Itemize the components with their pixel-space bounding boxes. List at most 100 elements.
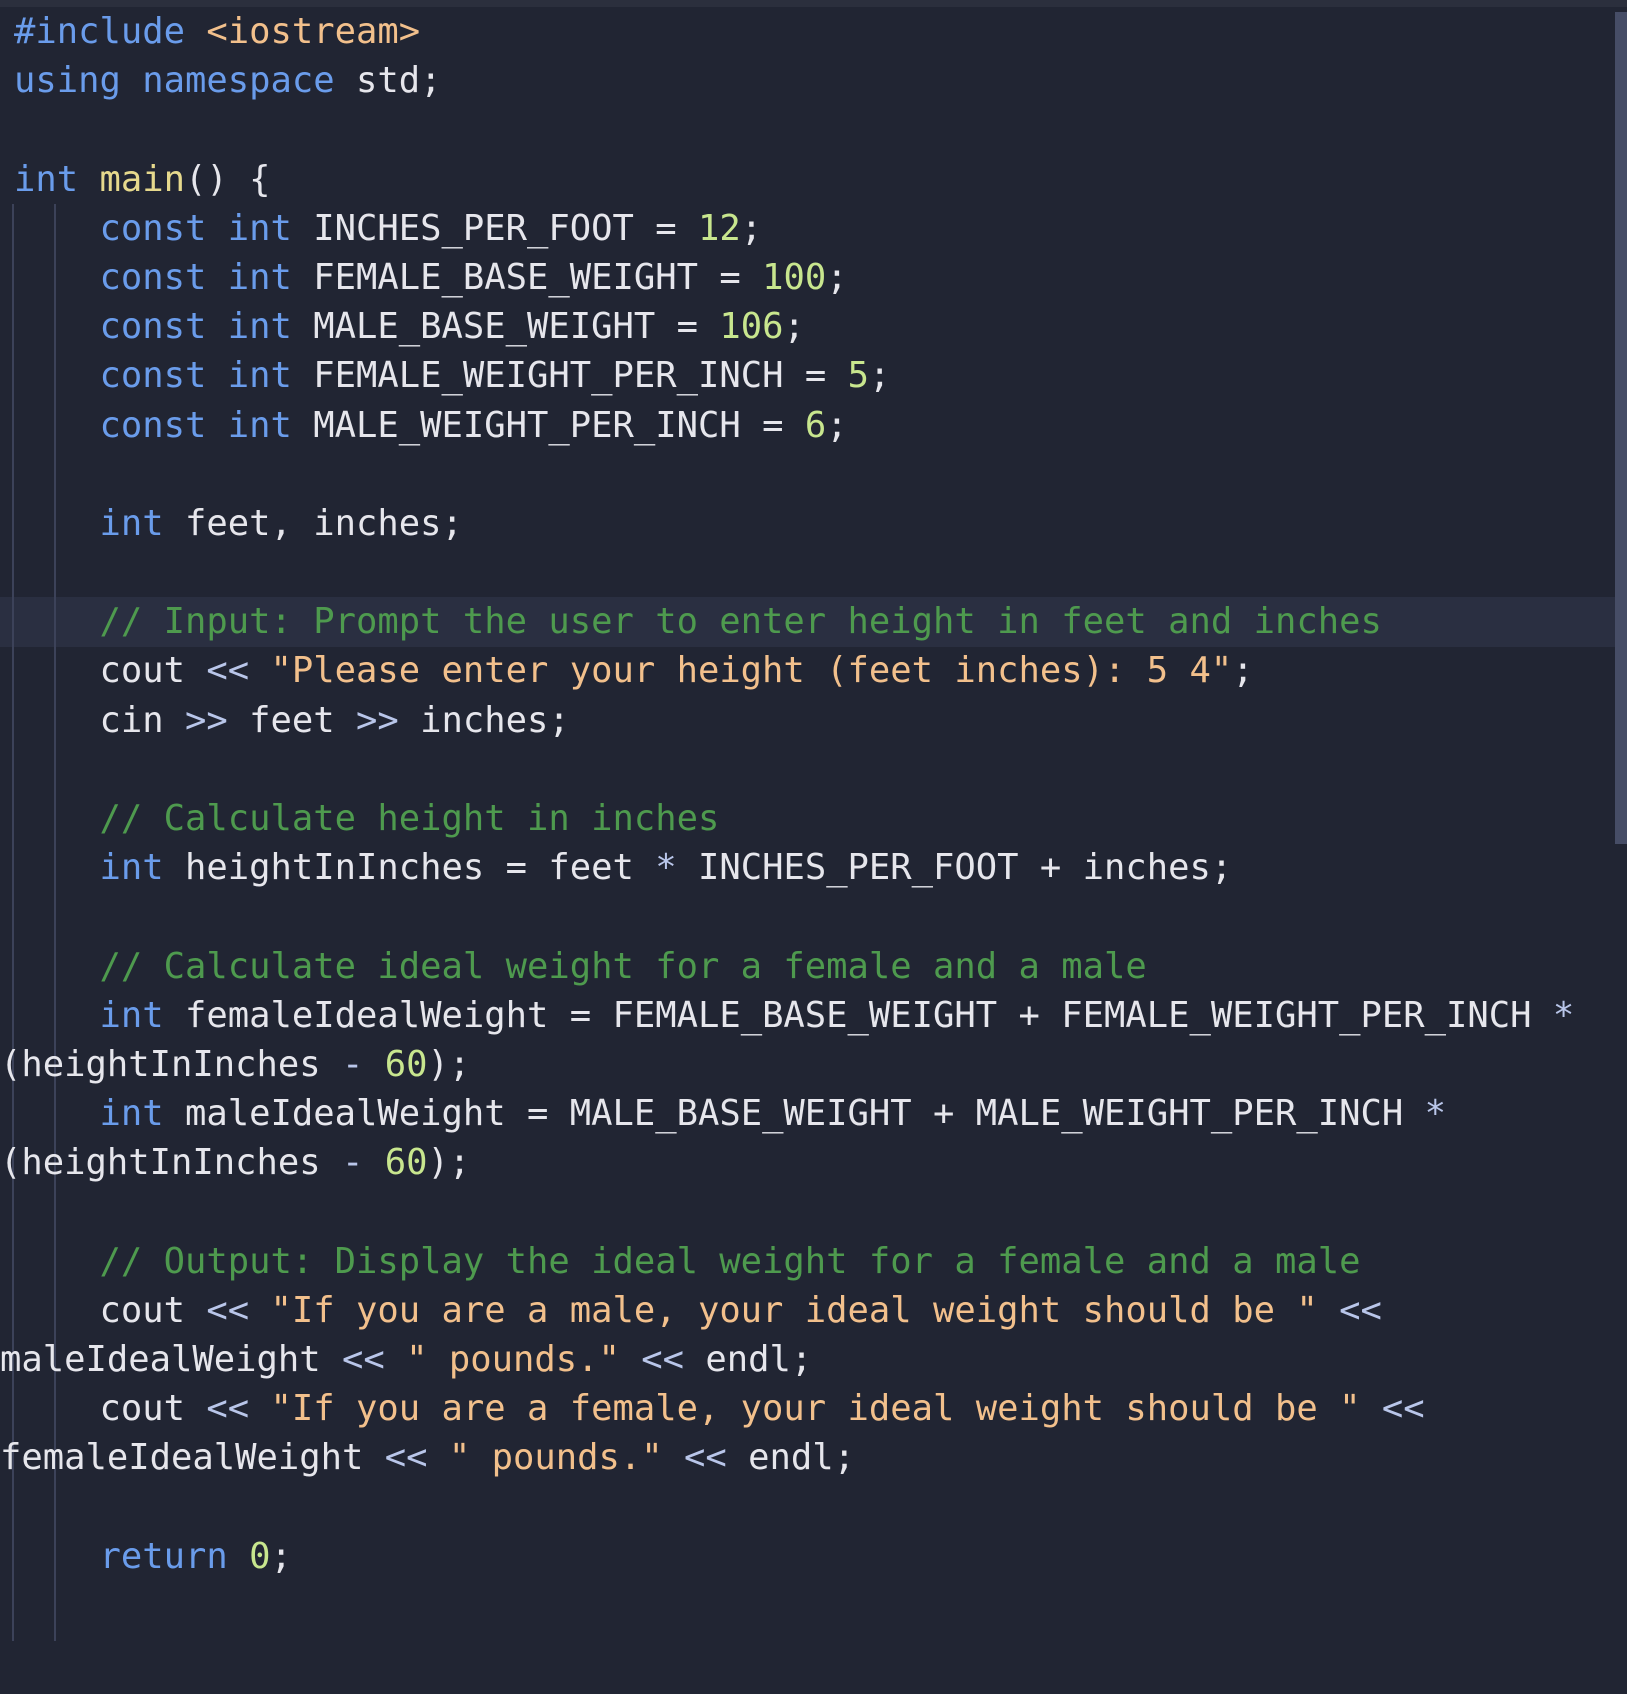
code-line[interactable]: ​ bbox=[0, 892, 1627, 941]
code-line[interactable]: ​ bbox=[0, 105, 1627, 154]
code-token-pl: femaleIdealWeight = FEMALE_BASE_WEIGHT +… bbox=[163, 994, 1553, 1036]
code-line[interactable]: int femaleIdealWeight = FEMALE_BASE_WEIG… bbox=[0, 991, 1627, 1040]
code-line[interactable]: // Calculate ideal weight for a female a… bbox=[0, 942, 1627, 991]
code-surface[interactable]: #include <iostream>using namespace std;​… bbox=[0, 7, 1627, 1694]
code-token-str: "If you are a male, your ideal weight sh… bbox=[270, 1289, 1318, 1331]
code-line[interactable]: #include <iostream> bbox=[0, 7, 1627, 56]
code-token-op: >> bbox=[355, 699, 399, 741]
code-line[interactable]: ​ bbox=[0, 548, 1627, 597]
code-token-cmt: // Input: Prompt the user to enter heigh… bbox=[99, 601, 1382, 643]
code-token-kw: const bbox=[99, 306, 207, 348]
code-token-pl: MALE_BASE_WEIGHT = bbox=[291, 306, 720, 348]
code-line[interactable]: int main() { bbox=[0, 155, 1627, 204]
code-line[interactable]: ​ bbox=[0, 745, 1627, 794]
code-text[interactable]: #include <iostream>using namespace std;​… bbox=[0, 7, 1627, 1581]
code-token-num: 5 bbox=[847, 355, 869, 397]
code-token-pl: ; bbox=[868, 355, 891, 397]
code-token-pl: ); bbox=[427, 1142, 471, 1184]
code-line[interactable]: ​ bbox=[0, 450, 1627, 499]
vertical-scrollbar-thumb[interactable] bbox=[1615, 12, 1627, 844]
code-token-pl: inches; bbox=[398, 699, 570, 741]
code-token-pl: ; bbox=[1232, 650, 1254, 692]
code-token-pl: ; bbox=[826, 404, 848, 446]
code-line-wrapped[interactable]: (heightInInches - 60); bbox=[0, 1138, 1627, 1187]
code-line[interactable]: ​ bbox=[0, 1483, 1627, 1532]
code-line[interactable]: cin >> feet >> inches; bbox=[0, 696, 1627, 745]
code-line[interactable]: const int FEMALE_BASE_WEIGHT = 100; bbox=[0, 253, 1627, 302]
code-token-pl: cout bbox=[14, 1388, 207, 1430]
code-token-kw: int bbox=[14, 158, 79, 200]
code-token-cmt: // Calculate ideal weight for a female a… bbox=[99, 945, 1147, 987]
code-token-pl: cout bbox=[14, 650, 207, 692]
code-token-num: 60 bbox=[384, 1043, 428, 1085]
code-line-wrapped[interactable]: (heightInInches - 60); bbox=[0, 1040, 1627, 1089]
code-token-op: << bbox=[206, 650, 250, 692]
code-token-pl: endl; bbox=[683, 1339, 813, 1381]
code-token-op: << bbox=[1381, 1388, 1425, 1430]
code-line[interactable]: using namespace std; bbox=[0, 56, 1627, 105]
code-token-kw: int bbox=[99, 847, 164, 889]
code-token-pl: endl; bbox=[726, 1437, 855, 1479]
code-token-pl: feet, inches; bbox=[163, 502, 463, 544]
code-token-pl: maleIdealWeight bbox=[0, 1339, 342, 1381]
code-token-pl: (heightInInches bbox=[0, 1142, 342, 1184]
code-token-pl: std; bbox=[334, 60, 442, 102]
code-token-op: << bbox=[641, 1339, 684, 1381]
code-token-kw: int bbox=[99, 1093, 164, 1135]
code-token-pl: FEMALE_WEIGHT_PER_INCH = bbox=[291, 355, 848, 397]
code-editor[interactable]: #include <iostream>using namespace std;​… bbox=[0, 0, 1627, 1694]
code-line[interactable]: return 0; bbox=[0, 1532, 1627, 1581]
code-line[interactable]: cout << "If you are a male, your ideal w… bbox=[0, 1286, 1627, 1335]
code-line[interactable]: const int INCHES_PER_FOOT = 12; bbox=[0, 204, 1627, 253]
code-line[interactable]: const int MALE_BASE_WEIGHT = 106; bbox=[0, 302, 1627, 351]
code-line-wrapped[interactable]: femaleIdealWeight << " pounds." << endl; bbox=[0, 1433, 1627, 1482]
code-line[interactable]: cout << "If you are a female, your ideal… bbox=[0, 1384, 1627, 1433]
code-line[interactable]: const int FEMALE_WEIGHT_PER_INCH = 5; bbox=[0, 351, 1627, 400]
code-token-pl: cout bbox=[14, 1289, 207, 1331]
code-line[interactable]: int maleIdealWeight = MALE_BASE_WEIGHT +… bbox=[0, 1089, 1627, 1138]
code-token-pl: MALE_WEIGHT_PER_INCH = bbox=[291, 404, 805, 446]
code-line[interactable]: int feet, inches; bbox=[0, 499, 1627, 548]
code-token-pl: ; bbox=[740, 207, 763, 249]
code-token-pl: ; bbox=[270, 1535, 292, 1577]
code-line[interactable]: cout << "Please enter your height (feet … bbox=[0, 646, 1627, 695]
code-token-kw: const bbox=[99, 404, 207, 446]
code-line[interactable]: int heightInInches = feet * INCHES_PER_F… bbox=[0, 843, 1627, 892]
code-token-kw: using bbox=[14, 60, 121, 102]
vertical-scrollbar-track[interactable] bbox=[1615, 7, 1627, 1694]
code-line[interactable]: // Input: Prompt the user to enter heigh… bbox=[0, 597, 1627, 646]
code-token-pl: FEMALE_BASE_WEIGHT = bbox=[291, 256, 763, 298]
code-line-wrapped[interactable]: maleIdealWeight << " pounds." << endl; bbox=[0, 1335, 1627, 1384]
code-token-op: * bbox=[1552, 994, 1575, 1036]
code-token-pl: INCHES_PER_FOOT = bbox=[291, 207, 698, 249]
code-token-num: 106 bbox=[719, 306, 784, 348]
code-line[interactable]: // Calculate height in inches bbox=[0, 794, 1627, 843]
code-line[interactable]: const int MALE_WEIGHT_PER_INCH = 6; bbox=[0, 401, 1627, 450]
code-line[interactable]: // Output: Display the ideal weight for … bbox=[0, 1237, 1627, 1286]
code-token-pl: maleIdealWeight = MALE_BASE_WEIGHT + MAL… bbox=[163, 1093, 1425, 1135]
code-token-op: >> bbox=[184, 699, 228, 741]
code-line[interactable]: ​ bbox=[0, 1188, 1627, 1237]
code-token-num: 0 bbox=[249, 1535, 271, 1577]
